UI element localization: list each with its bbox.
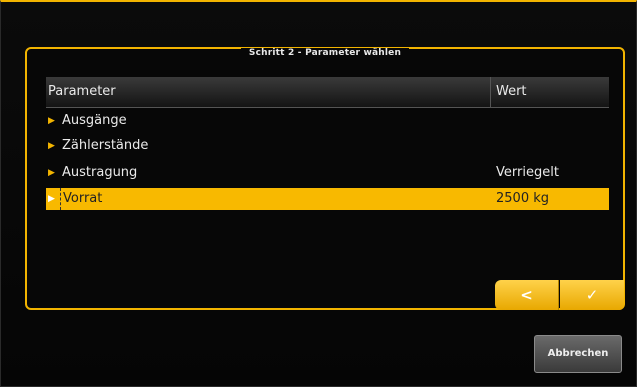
row-label: Zählerstände: [62, 138, 149, 153]
row-label: Austragung: [62, 165, 138, 180]
table-header: Parameter Wert: [46, 77, 609, 108]
cancel-button[interactable]: Abbrechen: [534, 335, 622, 373]
dialog-title: Schritt 2 - Parameter wählen: [27, 40, 623, 59]
navigation-buttons: < ✓: [495, 280, 625, 310]
row-value: 2500 kg: [496, 191, 549, 206]
expand-arrow-icon: ▶: [48, 194, 55, 204]
dialog-title-text: Schritt 2 - Parameter wählen: [240, 48, 410, 58]
chevron-left-icon: <: [520, 286, 533, 304]
table-row-zaehlerstaende[interactable]: ▶ Zählerstände: [46, 135, 609, 157]
row-value: Verriegelt: [496, 165, 559, 180]
screen: Schritt 2 - Parameter wählen Parameter W…: [0, 0, 637, 387]
check-icon: ✓: [585, 286, 599, 304]
confirm-button[interactable]: ✓: [560, 280, 624, 310]
column-header-value: Wert: [496, 84, 527, 99]
table-row-ausgaenge[interactable]: ▶ Ausgänge: [46, 110, 609, 132]
table-row-austragung[interactable]: ▶ Austragung Verriegelt: [46, 162, 609, 184]
table-row-vorrat[interactable]: ▶ Vorrat 2500 kg: [46, 188, 609, 210]
back-button[interactable]: <: [495, 280, 559, 310]
row-label: Vorrat: [60, 188, 102, 210]
expand-arrow-icon: ▶: [48, 168, 55, 178]
expand-arrow-icon: ▶: [48, 141, 55, 151]
column-divider: [490, 77, 491, 107]
parameter-dialog: Schritt 2 - Parameter wählen Parameter W…: [25, 47, 625, 310]
expand-arrow-icon: ▶: [48, 116, 55, 126]
column-header-parameter: Parameter: [48, 84, 116, 99]
row-label: Ausgänge: [62, 113, 127, 128]
